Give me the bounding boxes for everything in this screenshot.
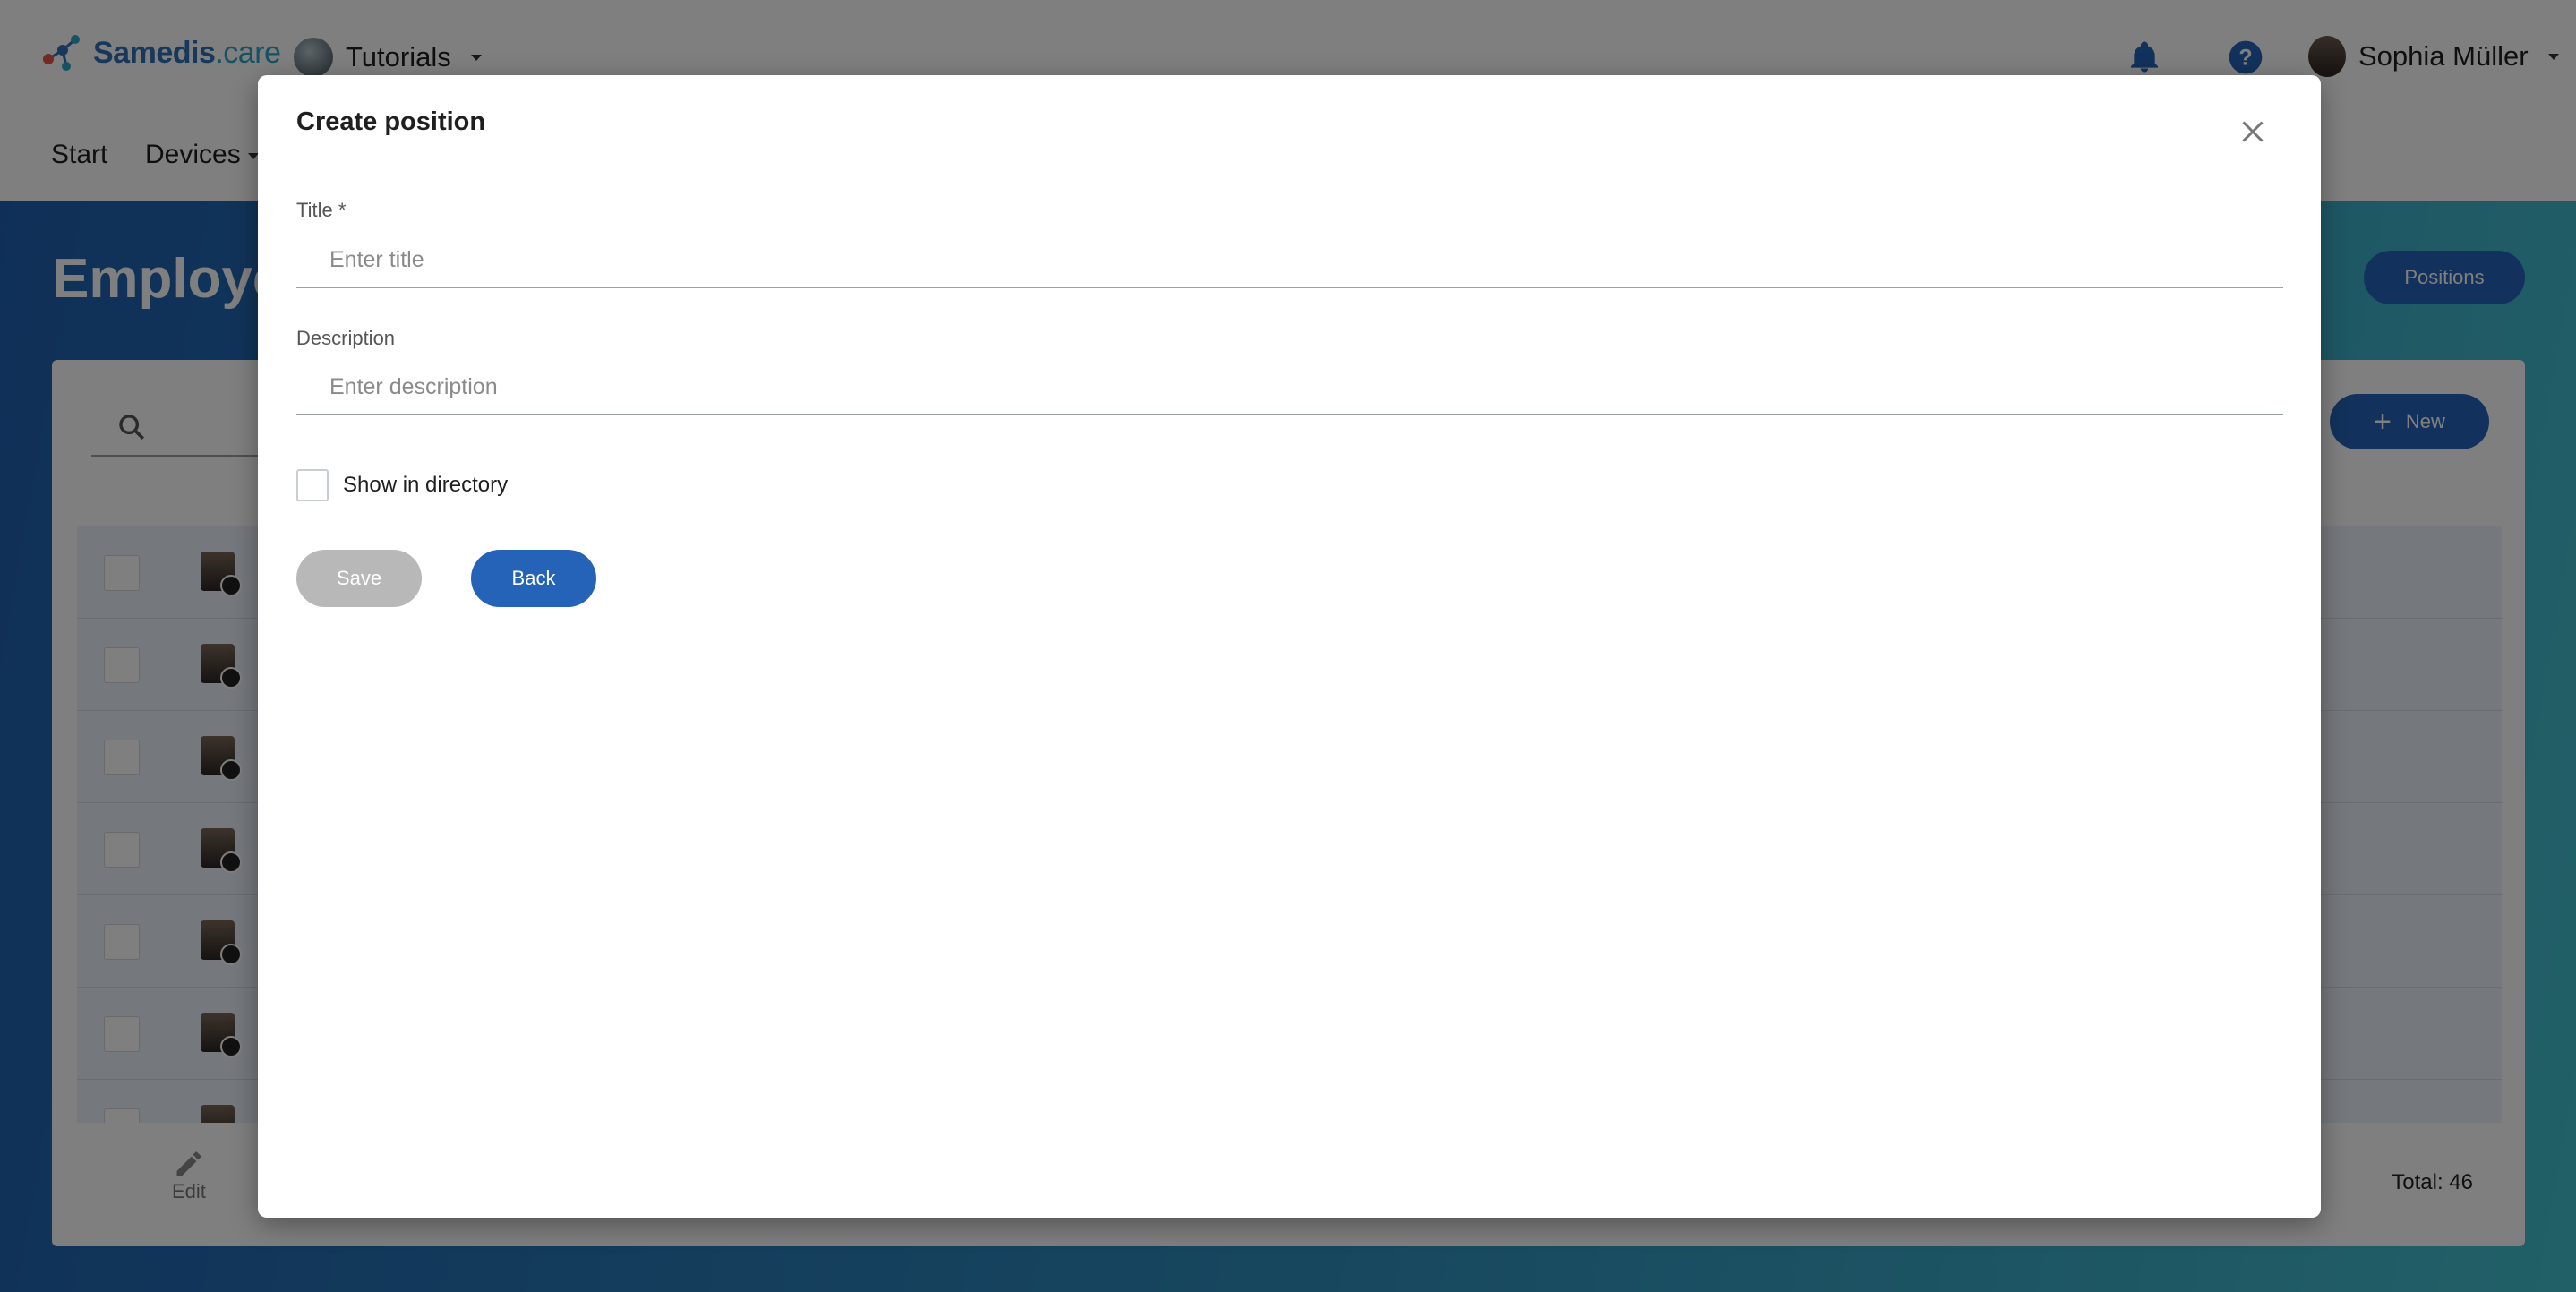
show-in-directory-label: Show in directory (343, 473, 509, 497)
close-icon (2242, 120, 2264, 142)
description-field-label: Description (296, 327, 396, 349)
create-position-dialog: Create position Title * Description Show… (258, 75, 2321, 1218)
show-in-directory-checkbox[interactable] (296, 469, 329, 501)
title-input[interactable] (296, 233, 2283, 288)
close-button[interactable] (2229, 109, 2276, 156)
title-field-label: Title * (296, 199, 347, 221)
back-button[interactable]: Back (471, 550, 596, 607)
save-button[interactable]: Save (296, 550, 422, 607)
show-in-directory-option[interactable]: Show in directory (296, 469, 508, 501)
description-input[interactable] (296, 360, 2283, 415)
dialog-title: Create position (296, 107, 486, 136)
